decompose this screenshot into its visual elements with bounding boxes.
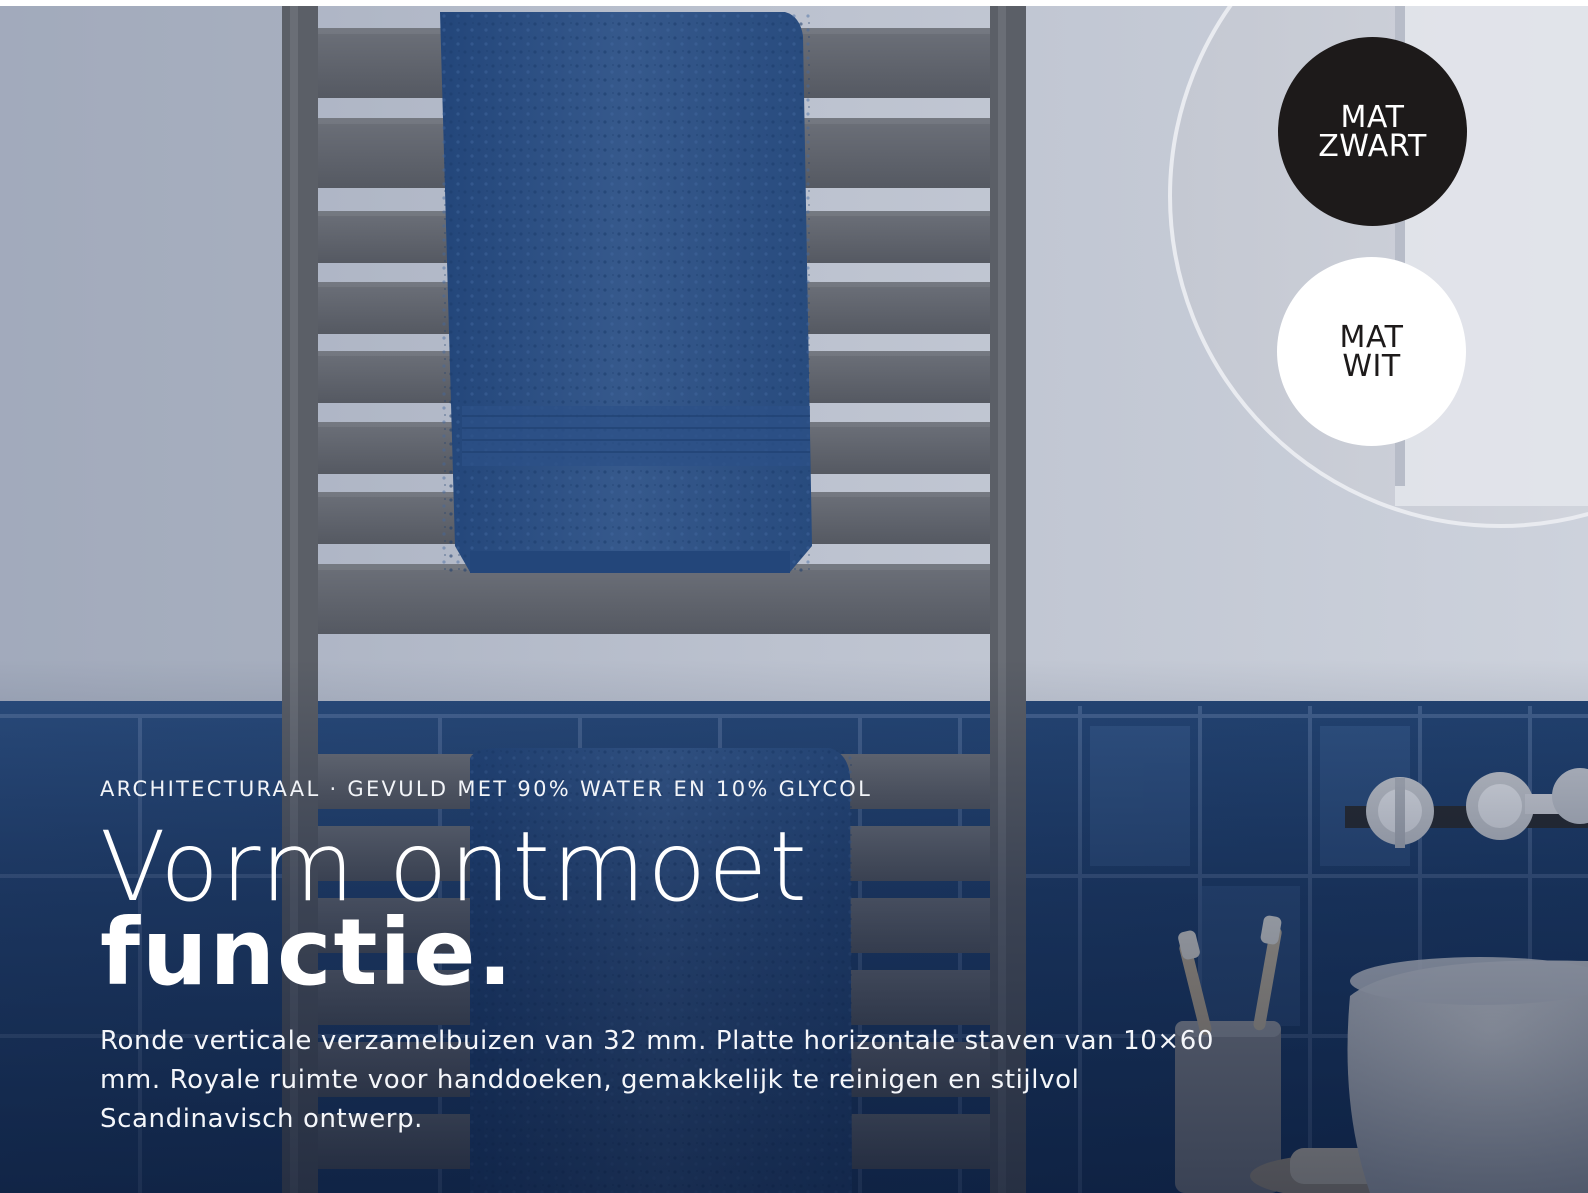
hero-text-block: ARCHITECTURAAL · GEVULD MET 90% WATER EN… <box>100 776 1320 1139</box>
page-title: Vorm ontmoet functie. <box>100 811 1320 999</box>
swatch-label-line1: MAT <box>1339 319 1404 355</box>
swatch-label-line1: MAT <box>1340 99 1405 135</box>
eyebrow-text: ARCHITECTURAAL · GEVULD MET 90% WATER EN… <box>100 777 873 801</box>
swatch-label-line2: ZWART <box>1318 128 1427 164</box>
swatch-label-line2: WIT <box>1342 348 1401 384</box>
body-copy: Ronde verticale verzamelbuizen van 32 mm… <box>100 1026 1215 1134</box>
color-swatch-mat-wit[interactable]: MAT WIT <box>1277 257 1466 446</box>
color-swatch-mat-zwart[interactable]: MAT ZWART <box>1278 37 1467 226</box>
headline-light: Vorm ontmoet <box>100 811 809 923</box>
hero-banner: MAT ZWART MAT WIT ARCHITECTURAAL · GEVUL… <box>0 6 1588 1193</box>
